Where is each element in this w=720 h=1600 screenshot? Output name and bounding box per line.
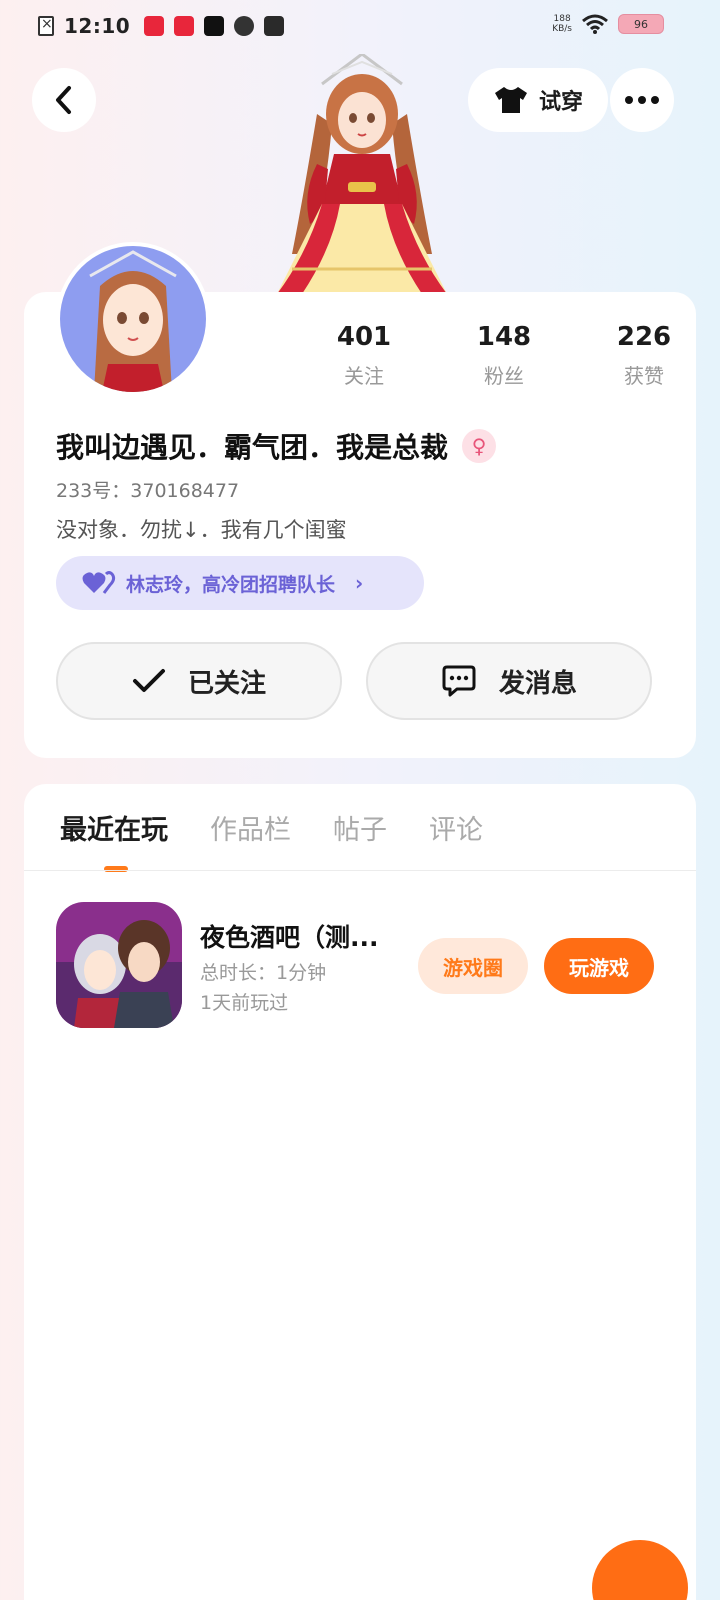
network-speed-value: 188 (553, 14, 571, 24)
checkmark-icon (132, 669, 165, 692)
stat-label: 关注 (344, 364, 384, 388)
honor-badge-pill[interactable]: 林志玲，高冷团招聘队长 › (56, 556, 424, 610)
honor-text: 林志玲，高冷团招聘队长 (126, 573, 336, 596)
active-tab-indicator (104, 866, 128, 872)
divider (24, 870, 696, 871)
network-speed-unit: KB/s (552, 24, 572, 34)
follow-button[interactable]: 已关注 (56, 642, 342, 720)
play-game-button[interactable]: 玩游戏 (544, 938, 654, 994)
chevron-right-icon: › (355, 571, 364, 595)
back-button[interactable] (32, 68, 96, 132)
nickname-row: 我叫边遇见．霸气团．我是总裁 ♀ (56, 426, 497, 466)
send-message-button[interactable]: 发消息 (366, 642, 652, 720)
tab-recently-played[interactable]: 最近在玩 (60, 808, 168, 847)
stat-value: 226 (616, 322, 672, 352)
status-bar: 12:10 188 KB/s 96 (0, 0, 720, 54)
game-total-time: 总时长：1分钟 (200, 962, 327, 984)
app-notification-icon (144, 16, 165, 36)
avatar-figure-image (277, 54, 447, 294)
tab-works[interactable]: 作品栏 (210, 808, 291, 847)
try-on-button[interactable]: 试穿 (468, 68, 608, 132)
cat-app-icon (234, 16, 255, 36)
stat-likes[interactable]: 226 获赞 (594, 322, 694, 389)
more-options-button[interactable] (610, 68, 674, 132)
female-gender-icon: ♀ (462, 429, 497, 463)
content-card: 最近在玩 作品栏 帖子 评论 夜色酒吧（测... 总时长：1分钟 1天前玩过 游… (24, 784, 696, 1600)
game-title: 夜色酒吧（测... (200, 923, 379, 952)
message-label: 发消息 (498, 668, 577, 699)
chat-bubble-icon (442, 665, 476, 697)
file-error-icon (38, 16, 54, 36)
game-list-item[interactable]: 夜色酒吧（测... 总时长：1分钟 1天前玩过 游戏圈 玩游戏 (56, 902, 664, 1032)
follow-label: 已关注 (187, 668, 266, 699)
nickname: 我叫边遇见．霸气团．我是总裁 (56, 431, 449, 464)
tshirt-icon (494, 87, 527, 113)
network-speed: 188 KB/s (552, 14, 572, 34)
app-notification-icon (174, 16, 195, 36)
battery-indicator: 96 (618, 14, 664, 34)
stat-value: 401 (336, 322, 392, 352)
double-heart-icon (82, 571, 116, 594)
stats-row: 401 关注 148 粉丝 226 获赞 (314, 322, 694, 389)
user-bio: 没对象．勿扰↓．我有几个闺蜜 (56, 518, 347, 542)
stat-followers[interactable]: 148 粉丝 (454, 322, 554, 389)
tab-comments[interactable]: 评论 (429, 808, 483, 847)
tab-posts[interactable]: 帖子 (333, 808, 387, 847)
chevron-left-icon (56, 86, 71, 114)
avatar-image (60, 246, 206, 392)
avatar[interactable] (56, 242, 210, 396)
wifi-icon (582, 14, 608, 34)
more-dots-icon (625, 96, 659, 104)
video-app-icon (204, 16, 225, 36)
stat-label: 粉丝 (484, 364, 524, 388)
game-circle-button[interactable]: 游戏圈 (418, 938, 528, 994)
tab-bar: 最近在玩 作品栏 帖子 评论 (60, 808, 483, 847)
user-id: 233号：370168477 (56, 480, 240, 502)
game-icon-image[interactable] (56, 902, 182, 1028)
stat-following[interactable]: 401 关注 (314, 322, 414, 389)
status-time: 12:10 (64, 14, 131, 38)
stat-value: 148 (476, 322, 532, 352)
shopping-bag-icon (264, 16, 285, 36)
stat-label: 获赞 (624, 364, 664, 388)
try-on-label: 试穿 (538, 90, 583, 115)
game-last-played: 1天前玩过 (200, 992, 289, 1014)
